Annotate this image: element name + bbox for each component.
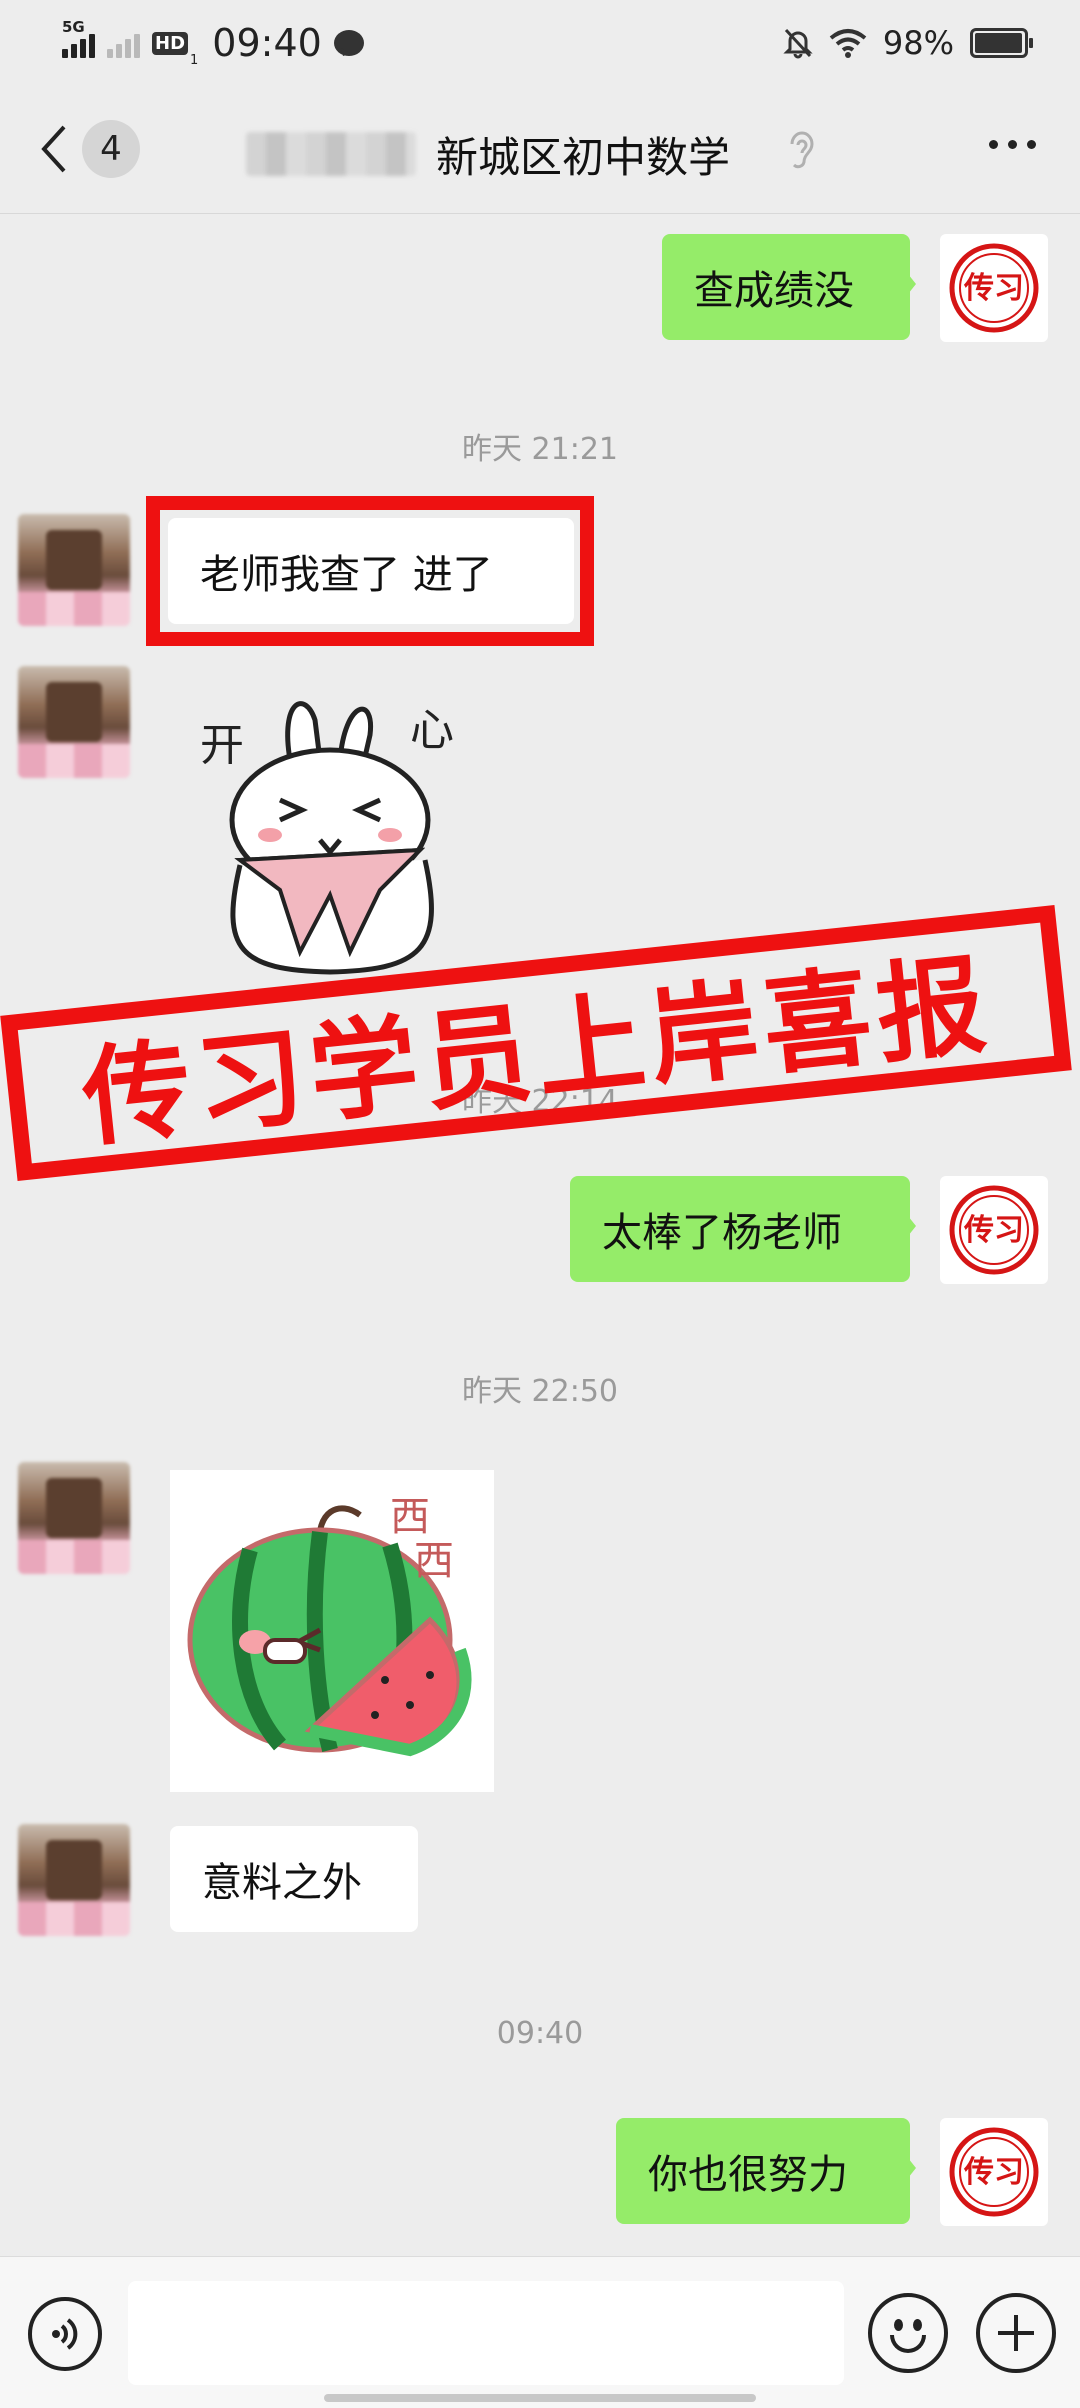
signal-5g-icon: 5G xyxy=(62,18,95,58)
svg-text:西: 西 xyxy=(390,1494,430,1540)
contact-avatar[interactable] xyxy=(18,514,130,626)
blurred-contact-name xyxy=(246,132,416,176)
battery-icon xyxy=(970,28,1033,58)
message-bubble-sent[interactable]: 查成绩没 xyxy=(662,234,916,340)
emoji-icon xyxy=(894,2319,903,2331)
my-avatar[interactable]: 传习 xyxy=(940,234,1048,342)
svg-text:心: 心 xyxy=(410,705,454,756)
battery-fill xyxy=(975,33,1023,53)
voice-icon xyxy=(52,2318,78,2350)
emoji-button[interactable] xyxy=(868,2293,948,2373)
message-bubble-received[interactable]: 意料之外 xyxy=(170,1826,418,1932)
chat-header: 4 新城区初中数学 xyxy=(0,84,1080,214)
svg-text:开: 开 xyxy=(200,720,244,771)
network-type: 5G xyxy=(62,18,85,36)
more-options-button[interactable] xyxy=(989,140,1036,149)
watermelon-sticker[interactable]: 西 西 xyxy=(170,1470,494,1792)
signal-secondary-icon xyxy=(107,28,140,58)
svg-text:传习: 传习 xyxy=(963,1213,1024,1248)
voice-button[interactable] xyxy=(28,2297,102,2371)
wifi-icon xyxy=(829,29,867,58)
message-bubble-sent[interactable]: 你也很努力 xyxy=(616,2118,916,2224)
my-avatar[interactable]: 传习 xyxy=(940,2118,1048,2226)
input-bar xyxy=(0,2256,1080,2408)
unread-count-badge: 4 xyxy=(82,120,140,178)
message-input[interactable] xyxy=(128,2281,844,2385)
rabbit-sticker[interactable]: 开 心 xyxy=(180,690,480,980)
contact-avatar[interactable] xyxy=(18,1462,130,1574)
more-actions-button[interactable] xyxy=(976,2293,1056,2373)
status-left: 5G HD 1 09:40 xyxy=(62,18,364,68)
contact-avatar[interactable] xyxy=(18,666,130,778)
brand-seal-icon: 传习 xyxy=(949,1185,1039,1275)
message-bubble-sent[interactable]: 太棒了杨老师 xyxy=(570,1176,916,1282)
announcement-stamp-banner: 传习学员上岸喜报 xyxy=(0,905,1072,1181)
message-notification-icon xyxy=(333,30,364,56)
svg-text:传习: 传习 xyxy=(963,2155,1024,2190)
svg-text:传习: 传习 xyxy=(963,271,1024,306)
status-time: 09:40 xyxy=(212,21,322,65)
timestamp: 昨天 21:21 xyxy=(462,432,618,467)
chat-title[interactable]: 新城区初中数学 xyxy=(436,124,730,185)
status-right: 98% xyxy=(783,18,1033,68)
brand-seal-icon: 传习 xyxy=(949,2127,1039,2217)
battery-percent: 98% xyxy=(882,24,954,62)
back-button[interactable]: 4 xyxy=(38,119,148,179)
status-bar: 5G HD 1 09:40 98% xyxy=(0,0,1080,84)
hd-icon: HD xyxy=(152,31,189,55)
mute-bell-icon xyxy=(783,28,813,59)
my-avatar[interactable]: 传习 xyxy=(940,1176,1048,1284)
contact-avatar[interactable] xyxy=(18,1824,130,1936)
ear-icon[interactable] xyxy=(786,128,816,172)
hd-sub: 1 xyxy=(190,53,199,68)
home-indicator[interactable] xyxy=(324,2394,756,2402)
svg-text:西: 西 xyxy=(414,1538,454,1584)
brand-seal-icon: 传习 xyxy=(949,243,1039,333)
more-dots-icon xyxy=(989,140,998,149)
chevron-left-icon xyxy=(41,125,66,173)
timestamp: 09:40 xyxy=(496,2016,584,2051)
red-highlight-box xyxy=(146,496,594,646)
timestamp: 昨天 22:50 xyxy=(462,1374,618,1409)
